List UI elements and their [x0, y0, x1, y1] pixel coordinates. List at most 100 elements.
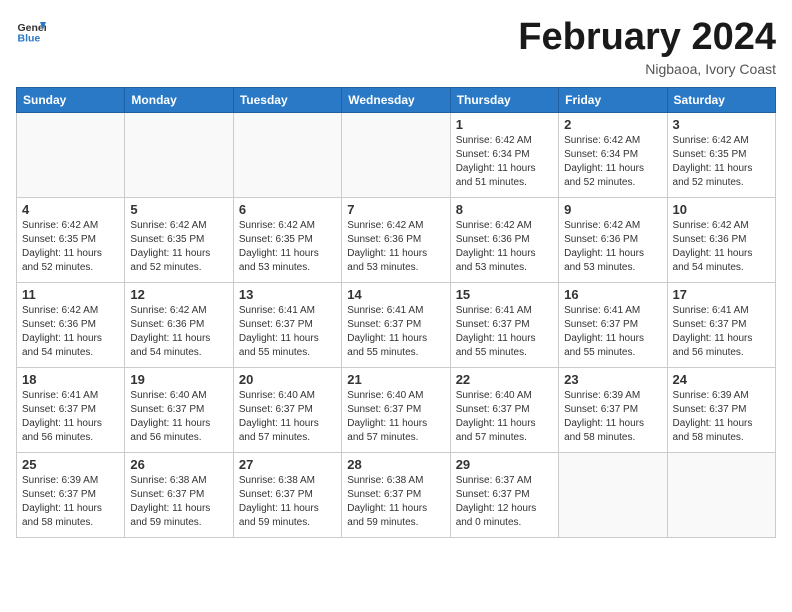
- calendar-cell: [559, 453, 667, 538]
- cell-date: 6: [239, 202, 336, 217]
- cell-info: Sunrise: 6:42 AM Sunset: 6:36 PM Dayligh…: [130, 304, 227, 360]
- cell-info: Sunrise: 6:42 AM Sunset: 6:35 PM Dayligh…: [239, 219, 336, 275]
- calendar-cell: 3 Sunrise: 6:42 AM Sunset: 6:35 PM Daylig…: [667, 113, 775, 198]
- calendar-cell: 6 Sunrise: 6:42 AM Sunset: 6:35 PM Daylig…: [233, 198, 341, 283]
- cell-date: 7: [347, 202, 444, 217]
- cell-date: 24: [673, 372, 770, 387]
- week-row-3: 18 Sunrise: 6:41 AM Sunset: 6:37 PM Dayli…: [17, 368, 776, 453]
- calendar-cell: [125, 113, 233, 198]
- week-row-2: 11Sunrise: 6:42 AM Sunset: 6:36 PM Dayli…: [17, 283, 776, 368]
- page-header: General Blue February 2024 Nigbaoa, Ivor…: [16, 16, 776, 77]
- cell-date: 18: [22, 372, 119, 387]
- svg-text:Blue: Blue: [18, 33, 41, 45]
- calendar-cell: 28 Sunrise: 6:38 AM Sunset: 6:37 PM Dayli…: [342, 453, 450, 538]
- cell-date: 3: [673, 117, 770, 132]
- cell-date: 2: [564, 117, 661, 132]
- calendar-cell: 19 Sunrise: 6:40 AM Sunset: 6:37 PM Dayli…: [125, 368, 233, 453]
- logo-icon: General Blue: [16, 16, 46, 46]
- cell-date: 13: [239, 287, 336, 302]
- cell-date: 8: [456, 202, 553, 217]
- cell-info: Sunrise: 6:42 AM Sunset: 6:36 PM Dayligh…: [564, 219, 661, 275]
- cell-date: 4: [22, 202, 119, 217]
- calendar-cell: 4 Sunrise: 6:42 AM Sunset: 6:35 PM Daylig…: [17, 198, 125, 283]
- cell-date: 19: [130, 372, 227, 387]
- cell-info: Sunrise: 6:38 AM Sunset: 6:37 PM Dayligh…: [239, 474, 336, 530]
- cell-info: Sunrise: 6:38 AM Sunset: 6:37 PM Dayligh…: [347, 474, 444, 530]
- cell-date: 12: [130, 287, 227, 302]
- cell-date: 10: [673, 202, 770, 217]
- calendar-title: February 2024: [518, 16, 776, 59]
- cell-info: Sunrise: 6:41 AM Sunset: 6:37 PM Dayligh…: [22, 389, 119, 445]
- logo: General Blue: [16, 16, 46, 46]
- cell-date: 14: [347, 287, 444, 302]
- title-area: February 2024 Nigbaoa, Ivory Coast: [518, 16, 776, 77]
- calendar-cell: [233, 113, 341, 198]
- day-header-tuesday: Tuesday: [233, 88, 341, 113]
- day-header-thursday: Thursday: [450, 88, 558, 113]
- cell-info: Sunrise: 6:42 AM Sunset: 6:36 PM Dayligh…: [347, 219, 444, 275]
- cell-info: Sunrise: 6:42 AM Sunset: 6:35 PM Dayligh…: [130, 219, 227, 275]
- cell-date: 26: [130, 457, 227, 472]
- cell-date: 5: [130, 202, 227, 217]
- day-header-saturday: Saturday: [667, 88, 775, 113]
- cell-info: Sunrise: 6:40 AM Sunset: 6:37 PM Dayligh…: [347, 389, 444, 445]
- calendar-cell: 10 Sunrise: 6:42 AM Sunset: 6:36 PM Dayli…: [667, 198, 775, 283]
- cell-info: Sunrise: 6:38 AM Sunset: 6:37 PM Dayligh…: [130, 474, 227, 530]
- cell-info: Sunrise: 6:40 AM Sunset: 6:37 PM Dayligh…: [239, 389, 336, 445]
- calendar-cell: [17, 113, 125, 198]
- calendar-cell: 14 Sunrise: 6:41 AM Sunset: 6:37 PM Dayli…: [342, 283, 450, 368]
- cell-date: 1: [456, 117, 553, 132]
- cell-info: Sunrise: 6:41 AM Sunset: 6:37 PM Dayligh…: [239, 304, 336, 360]
- cell-info: Sunrise: 6:40 AM Sunset: 6:37 PM Dayligh…: [130, 389, 227, 445]
- cell-date: 29: [456, 457, 553, 472]
- calendar-cell: 18 Sunrise: 6:41 AM Sunset: 6:37 PM Dayli…: [17, 368, 125, 453]
- cell-info: Sunrise: 6:41 AM Sunset: 6:37 PM Dayligh…: [456, 304, 553, 360]
- cell-info: Sunrise: 6:41 AM Sunset: 6:37 PM Dayligh…: [564, 304, 661, 360]
- cell-info: Sunrise: 6:42 AM Sunset: 6:36 PM Dayligh…: [673, 219, 770, 275]
- cell-info: Sunrise: 6:41 AM Sunset: 6:37 PM Dayligh…: [347, 304, 444, 360]
- cell-date: 25: [22, 457, 119, 472]
- calendar-cell: 13 Sunrise: 6:41 AM Sunset: 6:37 PM Dayli…: [233, 283, 341, 368]
- cell-info: Sunrise: 6:40 AM Sunset: 6:37 PM Dayligh…: [456, 389, 553, 445]
- calendar-cell: 21Sunrise: 6:40 AM Sunset: 6:37 PM Dayli…: [342, 368, 450, 453]
- day-header-wednesday: Wednesday: [342, 88, 450, 113]
- header-row: SundayMondayTuesdayWednesdayThursdayFrid…: [17, 88, 776, 113]
- cell-date: 16: [564, 287, 661, 302]
- calendar-cell: 27 Sunrise: 6:38 AM Sunset: 6:37 PM Dayli…: [233, 453, 341, 538]
- cell-info: Sunrise: 6:41 AM Sunset: 6:37 PM Dayligh…: [673, 304, 770, 360]
- cell-date: 23: [564, 372, 661, 387]
- cell-date: 9: [564, 202, 661, 217]
- cell-date: 22: [456, 372, 553, 387]
- calendar-cell: 7 Sunrise: 6:42 AM Sunset: 6:36 PM Daylig…: [342, 198, 450, 283]
- calendar-cell: 1Sunrise: 6:42 AM Sunset: 6:34 PM Daylig…: [450, 113, 558, 198]
- cell-date: 17: [673, 287, 770, 302]
- calendar-cell: 23 Sunrise: 6:39 AM Sunset: 6:37 PM Dayli…: [559, 368, 667, 453]
- cell-date: 27: [239, 457, 336, 472]
- week-row-4: 25 Sunrise: 6:39 AM Sunset: 6:37 PM Dayli…: [17, 453, 776, 538]
- cell-info: Sunrise: 6:39 AM Sunset: 6:37 PM Dayligh…: [22, 474, 119, 530]
- calendar-cell: 29Sunrise: 6:37 AM Sunset: 6:37 PM Dayli…: [450, 453, 558, 538]
- cell-date: 28: [347, 457, 444, 472]
- calendar-cell: 17 Sunrise: 6:41 AM Sunset: 6:37 PM Dayli…: [667, 283, 775, 368]
- day-header-monday: Monday: [125, 88, 233, 113]
- cell-info: Sunrise: 6:42 AM Sunset: 6:35 PM Dayligh…: [673, 134, 770, 190]
- week-row-1: 4 Sunrise: 6:42 AM Sunset: 6:35 PM Daylig…: [17, 198, 776, 283]
- calendar-cell: 25 Sunrise: 6:39 AM Sunset: 6:37 PM Dayli…: [17, 453, 125, 538]
- cell-date: 15: [456, 287, 553, 302]
- cell-info: Sunrise: 6:42 AM Sunset: 6:35 PM Dayligh…: [22, 219, 119, 275]
- day-header-sunday: Sunday: [17, 88, 125, 113]
- calendar-cell: 12 Sunrise: 6:42 AM Sunset: 6:36 PM Dayli…: [125, 283, 233, 368]
- calendar-cell: 22 Sunrise: 6:40 AM Sunset: 6:37 PM Dayli…: [450, 368, 558, 453]
- day-header-friday: Friday: [559, 88, 667, 113]
- calendar-cell: 11Sunrise: 6:42 AM Sunset: 6:36 PM Dayli…: [17, 283, 125, 368]
- cell-info: Sunrise: 6:39 AM Sunset: 6:37 PM Dayligh…: [564, 389, 661, 445]
- calendar-cell: 16 Sunrise: 6:41 AM Sunset: 6:37 PM Dayli…: [559, 283, 667, 368]
- calendar-cell: 9 Sunrise: 6:42 AM Sunset: 6:36 PM Daylig…: [559, 198, 667, 283]
- calendar-cell: 2Sunrise: 6:42 AM Sunset: 6:34 PM Daylig…: [559, 113, 667, 198]
- calendar-cell: [667, 453, 775, 538]
- calendar-cell: 5 Sunrise: 6:42 AM Sunset: 6:35 PM Daylig…: [125, 198, 233, 283]
- cell-info: Sunrise: 6:42 AM Sunset: 6:36 PM Dayligh…: [456, 219, 553, 275]
- week-row-0: 1Sunrise: 6:42 AM Sunset: 6:34 PM Daylig…: [17, 113, 776, 198]
- calendar-cell: 26 Sunrise: 6:38 AM Sunset: 6:37 PM Dayli…: [125, 453, 233, 538]
- cell-info: Sunrise: 6:39 AM Sunset: 6:37 PM Dayligh…: [673, 389, 770, 445]
